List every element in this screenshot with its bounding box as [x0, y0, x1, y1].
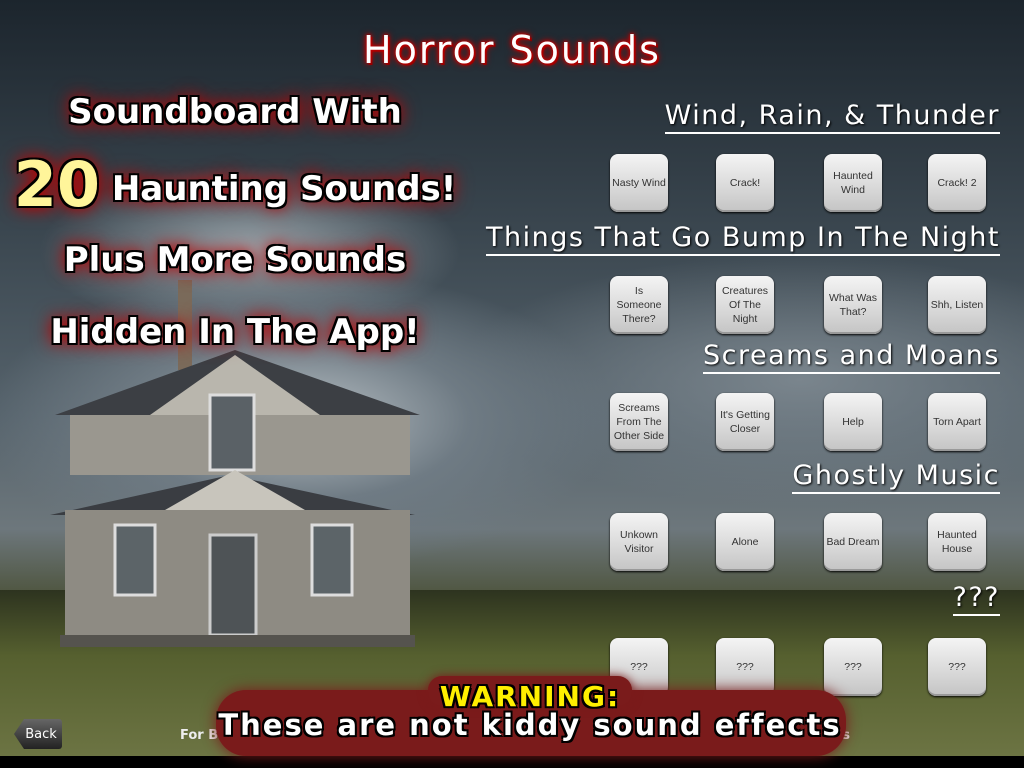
promo-line-2: 20 Haunting Sounds!	[0, 148, 470, 221]
sound-button[interactable]: Alone	[716, 513, 774, 571]
promo-line-1: Soundboard With	[68, 92, 402, 132]
section-header: Wind, Rain, & Thunder	[664, 100, 1000, 134]
sound-button[interactable]: Shh, Listen	[928, 276, 986, 334]
sound-button[interactable]: Torn Apart	[928, 393, 986, 451]
promo-line-2-text: Haunting Sounds!	[111, 169, 457, 209]
sound-button[interactable]: Haunted Wind	[824, 154, 882, 212]
section-header: Ghostly Music	[792, 460, 1000, 494]
promo-line-3: Plus More Sounds	[63, 240, 407, 280]
sound-button[interactable]: Creatures Of The Night	[716, 276, 774, 334]
sound-button[interactable]: What Was That?	[824, 276, 882, 334]
sound-button[interactable]: Unkown Visitor	[610, 513, 668, 571]
promo-line-4: Hidden In The App!	[50, 312, 420, 352]
app-title: Horror Sounds	[363, 28, 661, 72]
sound-button[interactable]: Help	[824, 393, 882, 451]
sound-button[interactable]: Bad Dream	[824, 513, 882, 571]
sound-button[interactable]: Screams From The Other Side	[610, 393, 668, 451]
sound-button[interactable]: Crack!	[716, 154, 774, 212]
sound-button[interactable]: It's Getting Closer	[716, 393, 774, 451]
section-header: Screams and Moans	[702, 340, 1000, 374]
sound-button[interactable]: Crack! 2	[928, 154, 986, 212]
section-header: ???	[952, 582, 1000, 616]
warning-text: These are not kiddy sound effects	[218, 708, 842, 742]
sound-count: 20	[13, 148, 100, 221]
sound-button[interactable]: Is Someone There?	[610, 276, 668, 334]
section-header: Things That Go Bump In The Night	[485, 222, 1000, 256]
sound-button[interactable]: Nasty Wind	[610, 154, 668, 212]
sound-button[interactable]: Haunted House	[928, 513, 986, 571]
